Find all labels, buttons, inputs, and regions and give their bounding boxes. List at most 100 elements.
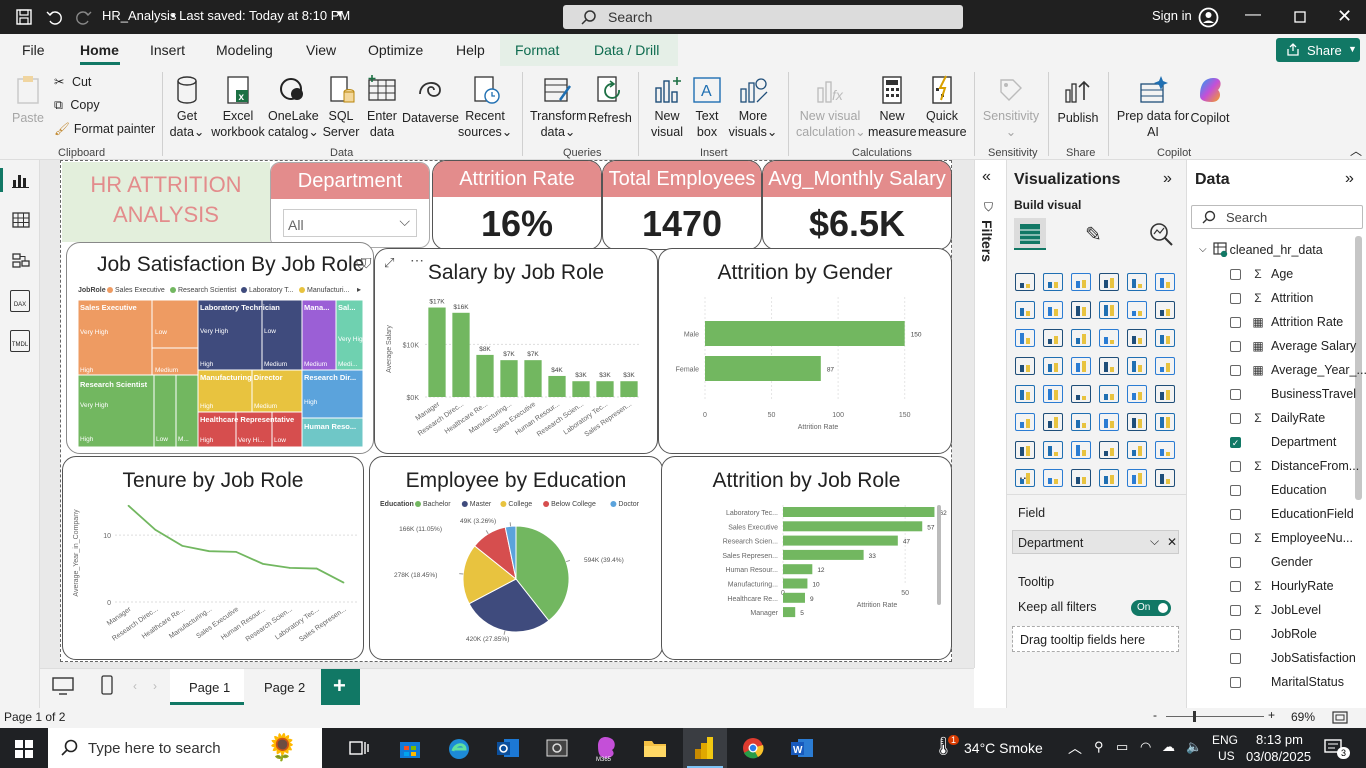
field-checkbox[interactable] bbox=[1230, 652, 1241, 664]
visual-type-icon[interactable] bbox=[1015, 357, 1035, 375]
visual-type-icon[interactable] bbox=[1071, 469, 1091, 487]
zoom-slider[interactable] bbox=[1166, 716, 1264, 717]
new-visual-button[interactable]: New visual bbox=[646, 74, 688, 140]
weather-text[interactable]: 34°C Smoke bbox=[964, 740, 1043, 756]
visual-type-icon[interactable] bbox=[1015, 301, 1035, 319]
microsoft-store-icon[interactable] bbox=[399, 737, 421, 759]
redo-icon[interactable] bbox=[76, 9, 92, 25]
expand-filters-icon[interactable]: « bbox=[982, 168, 991, 186]
visual-type-icon[interactable] bbox=[1155, 301, 1175, 319]
analytics-tab[interactable] bbox=[1149, 222, 1173, 246]
search-box[interactable]: Search bbox=[563, 5, 963, 29]
field-item[interactable]: ▦ Attrition Rate bbox=[1230, 311, 1343, 333]
onelake-catalog-button[interactable]: OneLake catalog⌄ bbox=[268, 74, 319, 140]
new-visual-calculation-button[interactable]: fx New visual calculation⌄ bbox=[796, 74, 866, 140]
language-indicator[interactable]: ENG bbox=[1212, 733, 1238, 747]
collapse-ribbon-icon[interactable]: ︿ bbox=[1350, 142, 1362, 159]
field-checkbox[interactable]: ✓ bbox=[1230, 436, 1241, 448]
visual-type-icon[interactable] bbox=[1071, 441, 1091, 459]
recent-sources-button[interactable]: Recent sources⌄ bbox=[458, 74, 512, 140]
prep-data-for-ai-button[interactable]: Prep data for AI bbox=[1114, 74, 1192, 140]
volume-icon[interactable]: 🔈 bbox=[1186, 739, 1202, 755]
field-checkbox[interactable] bbox=[1230, 484, 1241, 496]
visual-type-icon[interactable] bbox=[1043, 385, 1063, 403]
visual-type-icon[interactable] bbox=[1099, 469, 1119, 487]
field-item[interactable]: BusinessTravel bbox=[1230, 383, 1356, 405]
more-options-icon[interactable]: ⋯ bbox=[410, 252, 424, 269]
copy-button[interactable]: ⧉ Copy bbox=[54, 98, 100, 113]
field-item[interactable]: MaritalStatus bbox=[1230, 671, 1344, 693]
field-checkbox[interactable] bbox=[1230, 364, 1241, 376]
minimize-icon[interactable]: — bbox=[1245, 6, 1261, 24]
taskbar-search-box[interactable]: Type here to search 🌻 bbox=[48, 728, 322, 768]
visual-type-icon[interactable] bbox=[1155, 385, 1175, 403]
visual-type-icon[interactable] bbox=[1071, 329, 1091, 347]
onedrive-icon[interactable]: ☁ bbox=[1162, 739, 1175, 755]
visual-type-icon[interactable] bbox=[1043, 413, 1063, 431]
sensitivity-button[interactable]: Sensitivity ⌄ bbox=[980, 74, 1042, 140]
visual-type-icon[interactable] bbox=[1099, 273, 1119, 291]
page-tab-2[interactable]: Page 2 bbox=[244, 669, 318, 705]
tab-data-drill[interactable]: Data / Drill bbox=[594, 42, 659, 58]
visual-type-icon[interactable] bbox=[1127, 273, 1147, 291]
close-icon[interactable]: ✕ bbox=[1337, 6, 1352, 27]
field-item[interactable]: ✓ Department bbox=[1230, 431, 1336, 453]
visual-type-icon[interactable] bbox=[1155, 273, 1175, 291]
tab-insert[interactable]: Insert bbox=[150, 42, 185, 58]
chart-attrition-by-gender[interactable]: Attrition by Gender 0 50 100 150 Attrition R… bbox=[658, 248, 952, 454]
zoom-in-button[interactable]: + bbox=[1268, 708, 1275, 722]
field-checkbox[interactable] bbox=[1230, 508, 1241, 520]
show-hidden-icons-icon[interactable]: ︿ bbox=[1068, 738, 1082, 758]
field-item[interactable]: Σ Attrition bbox=[1230, 287, 1313, 309]
department-slicer[interactable]: Department All ⌵ bbox=[270, 162, 430, 248]
data-search-input[interactable]: Search bbox=[1191, 205, 1363, 229]
field-checkbox[interactable] bbox=[1230, 556, 1241, 568]
visual-type-icon[interactable] bbox=[1015, 385, 1035, 403]
chevron-down-icon[interactable]: ⌵ bbox=[1150, 534, 1159, 549]
model-view-icon[interactable] bbox=[12, 252, 30, 268]
visual-type-icon[interactable] bbox=[1015, 469, 1035, 487]
network-icon[interactable]: ⚲ bbox=[1094, 739, 1104, 755]
field-checkbox[interactable] bbox=[1230, 604, 1241, 616]
more-visuals-button[interactable]: More visuals⌄ bbox=[728, 74, 778, 140]
file-explorer-icon[interactable] bbox=[643, 738, 667, 758]
report-title-box[interactable]: HR ATTRITION ANALYSIS bbox=[62, 162, 270, 242]
focus-mode-icon[interactable]: ⤢ bbox=[384, 255, 394, 271]
tmdl-view-icon[interactable]: TMDL bbox=[10, 330, 30, 352]
field-item[interactable]: Σ EmployeeNu... bbox=[1230, 527, 1353, 549]
visual-type-icon[interactable] bbox=[1043, 357, 1063, 375]
cut-button[interactable]: ✂ Cut bbox=[54, 74, 91, 89]
taskbar-powerbi-active[interactable] bbox=[683, 728, 727, 768]
field-item[interactable]: JobSatisfaction bbox=[1230, 647, 1356, 669]
visual-type-icon[interactable] bbox=[1043, 329, 1063, 347]
enter-data-button[interactable]: Enter data bbox=[364, 74, 400, 140]
field-checkbox[interactable] bbox=[1230, 340, 1241, 352]
mobile-layout-icon[interactable] bbox=[101, 675, 113, 695]
build-visual-tab[interactable] bbox=[1014, 218, 1046, 250]
visual-type-icon[interactable] bbox=[1071, 301, 1091, 319]
fit-to-page-icon[interactable] bbox=[1332, 711, 1348, 724]
visual-type-icon[interactable] bbox=[1155, 413, 1175, 431]
chart-tenure-by-job-role[interactable]: Tenure by Job Role Average_Year_in_Compa… bbox=[62, 456, 364, 660]
report-view-icon[interactable] bbox=[12, 172, 30, 188]
visual-type-icon[interactable] bbox=[1155, 441, 1175, 459]
sign-in-link[interactable]: Sign in bbox=[1152, 8, 1192, 23]
chart-salary-by-job-role[interactable]: Salary by Job Role Average Salary $0K $10K… bbox=[374, 248, 658, 454]
visual-type-icon[interactable] bbox=[1043, 469, 1063, 487]
visual-type-icon[interactable] bbox=[1155, 469, 1175, 487]
tab-format[interactable]: Format bbox=[515, 42, 559, 58]
new-measure-button[interactable]: New measure bbox=[868, 74, 917, 140]
field-checkbox[interactable] bbox=[1230, 532, 1241, 544]
department-dropdown[interactable]: All ⌵ bbox=[283, 209, 417, 237]
edge-icon[interactable] bbox=[447, 737, 471, 761]
field-item[interactable]: Σ DailyRate bbox=[1230, 407, 1325, 429]
snipping-tool-icon[interactable] bbox=[545, 737, 569, 759]
visual-type-icon[interactable] bbox=[1127, 469, 1147, 487]
save-icon[interactable] bbox=[16, 9, 32, 25]
outlook-icon[interactable] bbox=[496, 737, 520, 759]
page-tab-1[interactable]: Page 1 bbox=[170, 669, 244, 705]
table-view-icon[interactable] bbox=[12, 212, 30, 228]
field-checkbox[interactable] bbox=[1230, 412, 1241, 424]
publish-button[interactable]: Publish bbox=[1054, 74, 1102, 126]
scrollbar[interactable] bbox=[937, 505, 941, 605]
